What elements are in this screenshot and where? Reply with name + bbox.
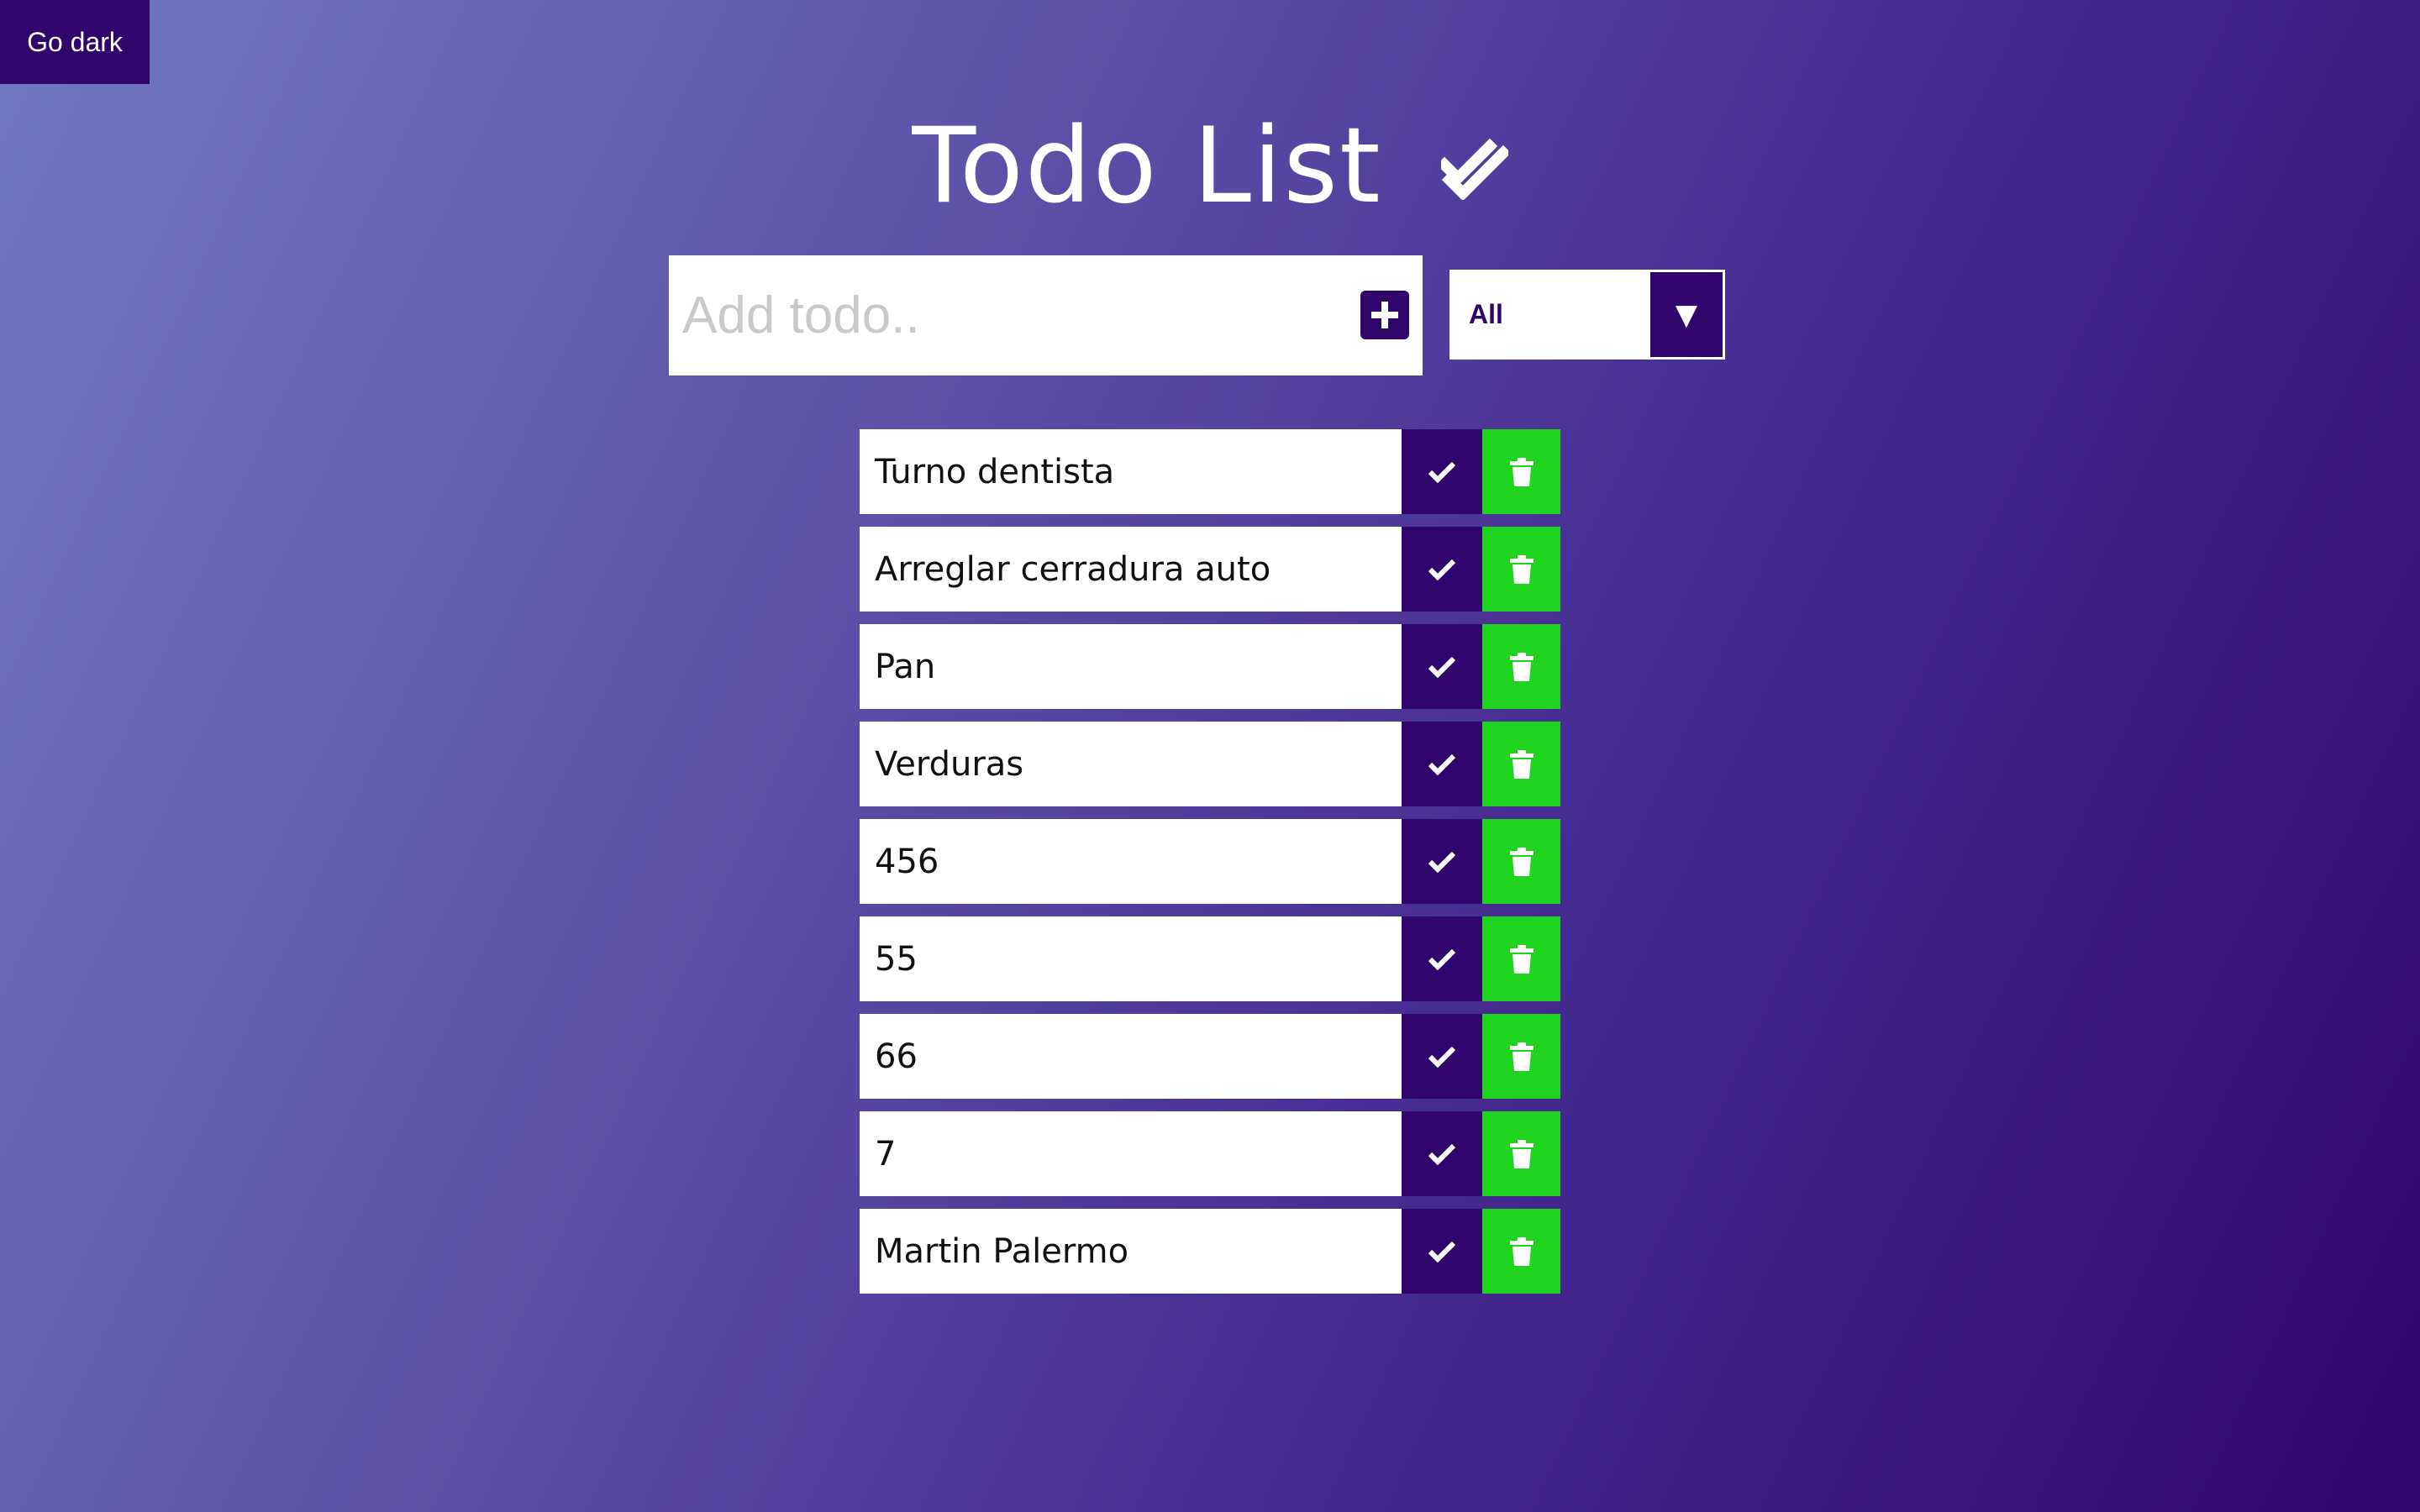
check-icon [1428,1241,1456,1263]
delete-button[interactable] [1482,1111,1560,1196]
todo-text: Turno dentista [860,429,1402,514]
check-icon [1428,656,1456,678]
complete-button[interactable] [1402,722,1482,806]
todo-text: 66 [860,1014,1402,1099]
double-check-icon [1436,133,1511,202]
delete-button[interactable] [1482,1209,1560,1294]
check-icon [1428,559,1456,580]
delete-button[interactable] [1482,429,1560,514]
todo-item: 456 [860,819,1560,904]
todo-text: 7 [860,1111,1402,1196]
trash-icon [1509,749,1534,779]
complete-button[interactable] [1402,916,1482,1001]
complete-button[interactable] [1402,1209,1482,1294]
add-todo-button[interactable] [1360,291,1409,339]
add-todo-input[interactable] [669,255,1272,376]
complete-button[interactable] [1402,527,1482,612]
todo-text: 456 [860,819,1402,904]
todo-list: Turno dentista Arreglar cerradura auto P… [860,429,1560,1306]
page-title: Todo List [912,106,1382,227]
trash-icon [1509,457,1534,486]
complete-button[interactable] [1402,429,1482,514]
delete-button[interactable] [1482,722,1560,806]
check-icon [1428,461,1456,483]
plus-icon [1371,302,1398,328]
todo-item: 66 [860,1014,1560,1099]
todo-item: Arreglar cerradura auto [860,527,1560,612]
trash-icon [1509,1139,1534,1168]
todo-text: 55 [860,916,1402,1001]
trash-icon [1509,1236,1534,1266]
todo-item: Pan [860,624,1560,709]
delete-button[interactable] [1482,624,1560,709]
delete-button[interactable] [1482,916,1560,1001]
delete-button[interactable] [1482,1014,1560,1099]
todo-text: Arreglar cerradura auto [860,527,1402,612]
delete-button[interactable] [1482,819,1560,904]
todo-item: Martin Palermo [860,1209,1560,1294]
check-icon [1428,1046,1456,1068]
filter-select[interactable]: All ▼ [1449,270,1725,360]
complete-button[interactable] [1402,819,1482,904]
todo-text: Martin Palermo [860,1209,1402,1294]
check-icon [1428,851,1456,873]
todo-item: Verduras [860,722,1560,806]
todo-item: Turno dentista [860,429,1560,514]
caret-down-icon: ▼ [1650,272,1723,357]
todo-item: 7 [860,1111,1560,1196]
go-dark-button[interactable]: Go dark [0,0,150,84]
header: Todo List [0,99,2420,234]
trash-icon [1509,847,1534,876]
todo-text: Pan [860,624,1402,709]
check-icon [1428,1143,1456,1165]
check-icon [1428,948,1456,970]
add-todo-form [669,255,1423,376]
todo-text: Verduras [860,722,1402,806]
trash-icon [1509,554,1534,584]
trash-icon [1509,1042,1534,1071]
filter-selected-value: All [1469,299,1503,329]
check-icon [1428,753,1456,775]
todo-item: 55 [860,916,1560,1001]
complete-button[interactable] [1402,624,1482,709]
delete-button[interactable] [1482,527,1560,612]
complete-button[interactable] [1402,1014,1482,1099]
complete-button[interactable] [1402,1111,1482,1196]
trash-icon [1509,944,1534,974]
trash-icon [1509,652,1534,681]
